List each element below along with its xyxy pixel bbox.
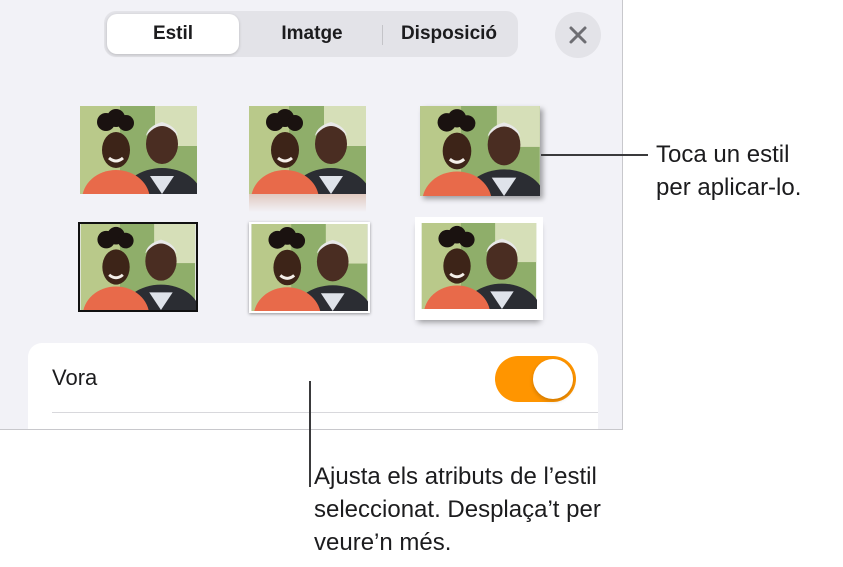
callout-line: Toca un estil [656,141,790,168]
style-thumbnail-thin-frame[interactable] [249,222,370,313]
close-icon [569,26,587,44]
tab-divider [382,25,383,45]
callout-attributes-text: Ajusta els atributs de l’estil seleccion… [314,460,601,559]
style-thumbnail-curled-shadow[interactable] [415,217,543,320]
close-button[interactable] [555,12,601,58]
border-label: Vora [52,365,98,390]
portrait-photo [249,106,366,194]
style-thumbnail-plain[interactable] [80,106,197,194]
format-panel: Estil Imatge Disposició Vora [0,0,623,430]
reflection-effect [249,194,366,212]
border-toggle[interactable] [495,356,576,402]
border-settings-card: Vora [28,343,598,429]
callout-line: veure’n més. [314,529,452,556]
callout-line: per aplicar-lo. [656,174,802,201]
style-thumbnail-reflection[interactable] [249,106,366,212]
toggle-knob [533,359,573,399]
tab-image[interactable]: Imatge [244,14,380,54]
style-thumbnail-thick-border[interactable] [78,222,198,312]
format-tabs: Estil Imatge Disposició [104,11,518,57]
tab-arrange[interactable]: Disposició [384,14,514,54]
style-thumbnail-shadow[interactable] [420,106,540,196]
row-separator [52,412,598,413]
portrait-photo [251,224,368,311]
portrait-photo [420,106,540,196]
portrait-photo [80,224,196,310]
tab-style[interactable]: Estil [107,14,239,54]
callout-line: seleccionat. Desplaça’t per [314,496,601,523]
callout-styles-text: Toca un estil per aplicar-lo. [656,138,801,204]
portrait-photo [80,106,197,194]
callout-line: Ajusta els atributs de l’estil [314,463,597,490]
callout-line-styles [541,154,648,156]
callout-line-attributes [309,381,311,487]
portrait-photo [421,223,537,309]
